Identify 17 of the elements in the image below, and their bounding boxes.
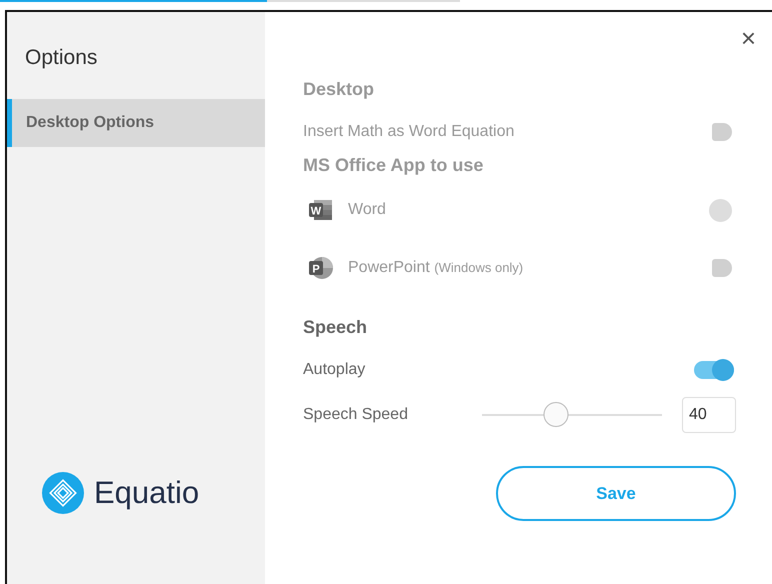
setting-label: Autoplay (303, 360, 366, 380)
toggle-switch[interactable] (694, 361, 734, 379)
logo-icon (42, 472, 84, 514)
setting-label: Speech Speed (303, 405, 408, 425)
app-icon: P (308, 256, 336, 280)
setting-label: Insert Math as Word Equation (303, 122, 514, 142)
logo-text: Equatio (94, 474, 200, 512)
number-field[interactable]: 40 (682, 397, 736, 433)
section-heading: Speech (303, 316, 368, 339)
close-button[interactable]: × (734, 24, 762, 52)
sidebar-title: Options (24, 45, 98, 71)
app-label: Word (348, 200, 386, 220)
section-heading: MS Office App to use (303, 154, 484, 177)
sidebar-item[interactable]: Desktop Options (7, 99, 265, 147)
slider-thumb[interactable] (543, 402, 568, 426)
app-label: PowerPoint (Windows only) (348, 258, 524, 278)
section-heading: Desktop (303, 78, 376, 101)
